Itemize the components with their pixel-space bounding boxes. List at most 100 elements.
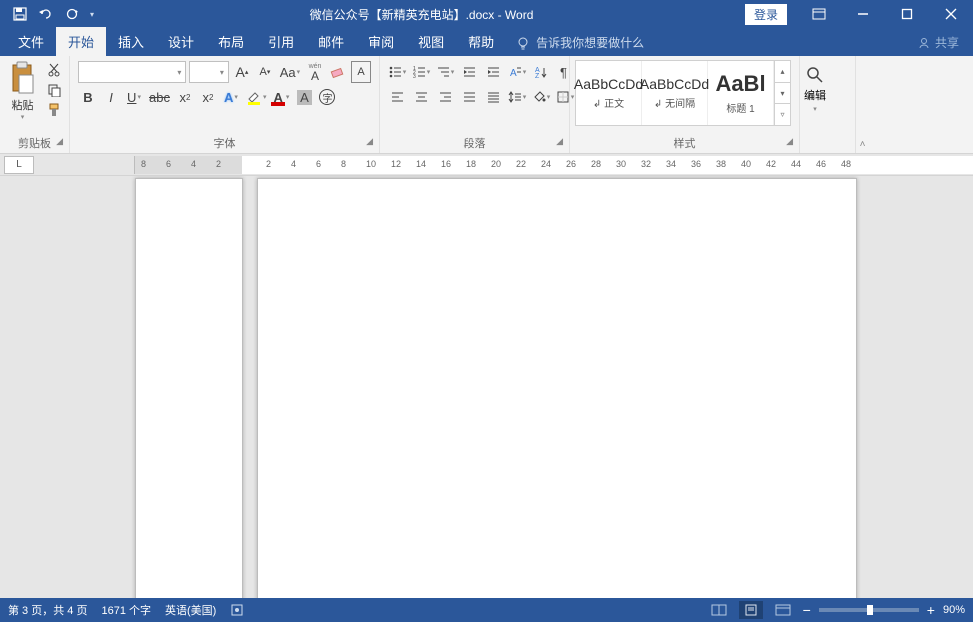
view-read-mode[interactable] <box>707 601 731 619</box>
phonetic-guide-button[interactable]: wénA <box>305 61 325 83</box>
format-painter-button[interactable] <box>45 101 63 119</box>
tab-file[interactable]: 文件 <box>6 27 56 56</box>
ribbon-display-options-button[interactable] <box>797 0 841 28</box>
zoom-in-button[interactable]: + <box>927 602 935 618</box>
asian-layout-button[interactable]: A▾ <box>506 61 528 83</box>
zoom-level[interactable]: 90% <box>943 604 965 616</box>
tab-design[interactable]: 设计 <box>156 27 206 56</box>
editing-button[interactable]: 编辑 ▾ <box>804 59 826 113</box>
style-heading1[interactable]: AaBl 标题 1 <box>708 61 774 125</box>
align-center-button[interactable] <box>410 86 432 108</box>
zoom-out-button[interactable]: − <box>803 602 811 618</box>
maximize-button[interactable] <box>885 0 929 28</box>
tab-mailings[interactable]: 邮件 <box>306 27 356 56</box>
status-language[interactable]: 英语(美国) <box>165 602 216 618</box>
redo-button[interactable] <box>60 2 84 26</box>
undo-button[interactable] <box>34 2 58 26</box>
tell-me-search[interactable]: 告诉我你想要做什么 <box>506 29 654 56</box>
styles-gallery-scroll: ▴ ▾ ▿ <box>774 61 790 125</box>
tab-review[interactable]: 审阅 <box>356 27 406 56</box>
shading-button[interactable]: ▾ <box>530 86 552 108</box>
styles-scroll-up[interactable]: ▴ <box>775 61 790 83</box>
styles-dialog-launcher[interactable]: ◢ <box>786 136 793 147</box>
paste-button[interactable]: 粘贴 ▾ <box>4 59 41 121</box>
bold-button[interactable]: B <box>78 86 98 108</box>
document-area <box>0 176 973 598</box>
collapse-ribbon-button[interactable]: ˄ <box>860 139 866 150</box>
tab-insert[interactable]: 插入 <box>106 27 156 56</box>
login-button[interactable]: 登录 <box>745 4 787 25</box>
cut-button[interactable] <box>45 61 63 79</box>
underline-button[interactable]: U▾ <box>124 86 144 108</box>
clipboard-dialog-launcher[interactable]: ◢ <box>56 136 63 147</box>
character-shading-button[interactable]: A <box>294 86 314 108</box>
style-normal[interactable]: AaBbCcDd ↲ 正文 <box>576 61 642 125</box>
tab-help[interactable]: 帮助 <box>456 27 506 56</box>
group-label-clipboard: 剪贴板◢ <box>4 134 65 153</box>
zoom-slider[interactable] <box>819 608 919 612</box>
copy-button[interactable] <box>45 81 63 99</box>
borders-icon <box>556 90 570 104</box>
align-justify-button[interactable] <box>458 86 480 108</box>
page-previous[interactable] <box>135 178 243 598</box>
tab-selector[interactable]: L <box>4 156 34 174</box>
highlight-button[interactable]: ▾ <box>244 86 269 108</box>
status-word-count[interactable]: 1671 个字 <box>101 602 151 618</box>
group-font: ▾ ▾ A▴ A▾ Aa▾ wénA A B I U▾ abc x2 x2 A▾ <box>70 56 380 153</box>
tab-view[interactable]: 视图 <box>406 27 456 56</box>
subscript-button[interactable]: x2 <box>175 86 195 108</box>
document-viewport[interactable] <box>0 176 973 598</box>
styles-expand[interactable]: ▿ <box>775 104 790 125</box>
status-macro-icon[interactable] <box>230 603 244 617</box>
paragraph-dialog-launcher[interactable]: ◢ <box>556 136 563 147</box>
view-print-layout[interactable] <box>739 601 763 619</box>
increase-indent-button[interactable] <box>482 61 504 83</box>
svg-text:3: 3 <box>413 74 416 79</box>
font-dialog-launcher[interactable]: ◢ <box>366 136 373 147</box>
save-button[interactable] <box>8 2 32 26</box>
character-border-button[interactable]: A <box>351 61 371 83</box>
sort-icon: AZ <box>534 65 548 79</box>
align-left-button[interactable] <box>386 86 408 108</box>
status-page[interactable]: 第 3 页，共 4 页 <box>8 602 87 618</box>
ribbon-tabs: 文件 开始 插入 设计 布局 引用 邮件 审阅 视图 帮助 告诉我你想要做什么 … <box>0 28 973 56</box>
page-current[interactable] <box>257 178 857 598</box>
numbering-button[interactable]: 123▾ <box>410 61 432 83</box>
group-paragraph: ▾ 123▾ ▾ A▾ AZ ¶ ▾ ▾ ▾ <box>380 56 570 153</box>
tab-home[interactable]: 开始 <box>56 27 106 56</box>
text-effects-button[interactable]: A▾ <box>221 86 241 108</box>
change-case-button[interactable]: Aa▾ <box>278 61 302 83</box>
group-styles: AaBbCcDd ↲ 正文 AaBbCcDd ↲ 无间隔 AaBl 标题 1 ▴… <box>570 56 800 153</box>
italic-button[interactable]: I <box>101 86 121 108</box>
horizontal-ruler[interactable]: 8642246810121416182022242628303234363840… <box>134 156 973 174</box>
style-no-spacing[interactable]: AaBbCcDd ↲ 无间隔 <box>642 61 708 125</box>
indent-icon <box>486 65 500 79</box>
font-size-combo[interactable]: ▾ <box>189 61 229 83</box>
font-name-combo[interactable]: ▾ <box>78 61 186 83</box>
clear-formatting-button[interactable] <box>328 61 348 83</box>
bullets-button[interactable]: ▾ <box>386 61 408 83</box>
customize-qat-button[interactable]: ▾ <box>86 2 98 26</box>
styles-scroll-down[interactable]: ▾ <box>775 83 790 105</box>
align-distributed-button[interactable] <box>482 86 504 108</box>
grow-font-button[interactable]: A▴ <box>232 61 252 83</box>
minimize-button[interactable] <box>841 0 885 28</box>
close-button[interactable] <box>929 0 973 28</box>
multilevel-list-button[interactable]: ▾ <box>434 61 456 83</box>
sort-button[interactable]: AZ <box>530 61 552 83</box>
strikethrough-button[interactable]: abc <box>147 86 172 108</box>
share-button[interactable]: 共享 <box>903 29 973 56</box>
tab-references[interactable]: 引用 <box>256 27 306 56</box>
decrease-indent-button[interactable] <box>458 61 480 83</box>
numbering-icon: 123 <box>412 65 426 79</box>
line-spacing-button[interactable]: ▾ <box>506 86 528 108</box>
tab-layout[interactable]: 布局 <box>206 27 256 56</box>
view-web-layout[interactable] <box>771 601 795 619</box>
align-right-button[interactable] <box>434 86 456 108</box>
shrink-font-button[interactable]: A▾ <box>255 61 275 83</box>
window-controls: 登录 <box>745 0 973 28</box>
svg-text:Z: Z <box>535 73 540 79</box>
superscript-button[interactable]: x2 <box>198 86 218 108</box>
font-color-button[interactable]: A▾ <box>271 86 291 108</box>
enclose-characters-button[interactable]: 字 <box>317 86 337 108</box>
